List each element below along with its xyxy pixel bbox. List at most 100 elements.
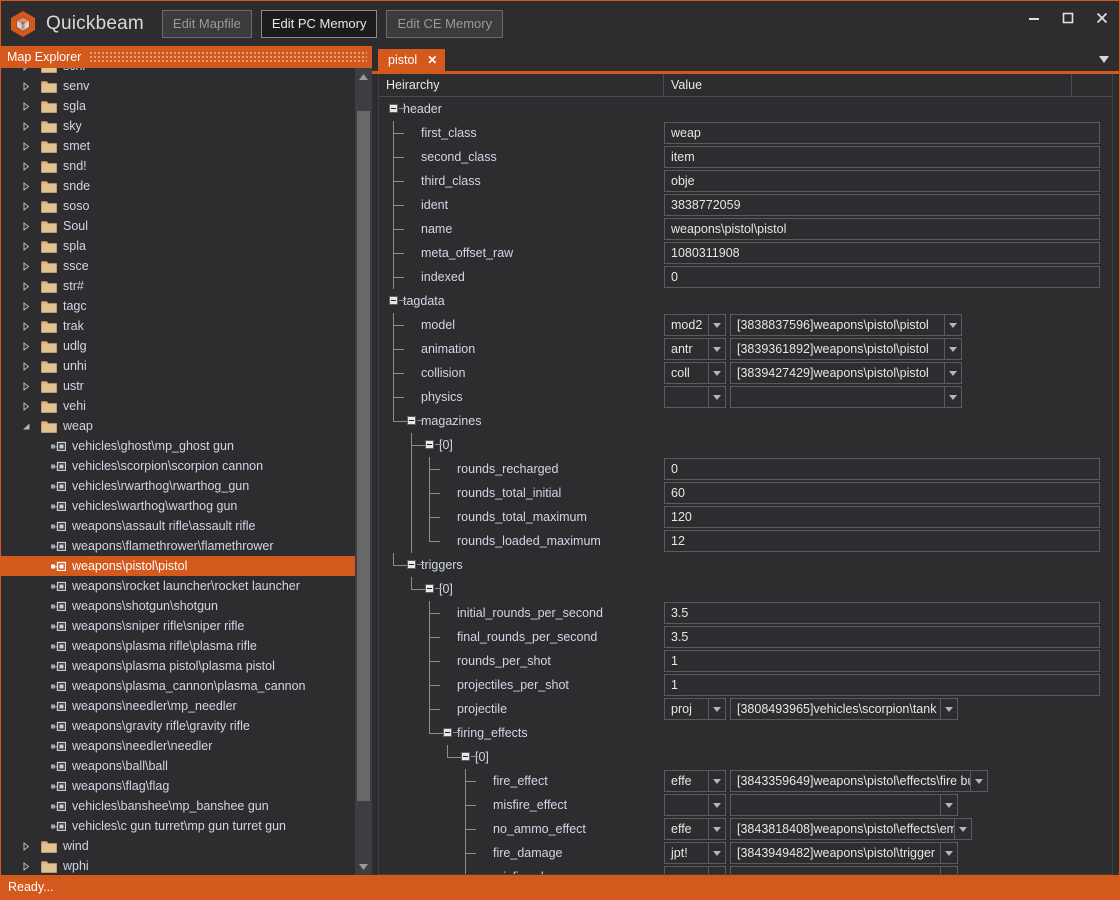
value-textbox[interactable]: obje [664, 170, 1100, 192]
tag-reference-dropdown[interactable]: [3843359649]weapons\pistol\effects\fire … [730, 770, 988, 792]
expander-collapsed-icon[interactable] [19, 401, 33, 411]
chevron-down-icon[interactable] [940, 867, 957, 874]
grid-row[interactable]: triggers [379, 553, 1112, 577]
grid-row[interactable]: meta_offset_raw 1080311908 [379, 241, 1112, 265]
chevron-down-icon[interactable] [954, 819, 971, 839]
expander-collapsed-icon[interactable] [19, 161, 33, 171]
scrollbar-track[interactable] [355, 85, 372, 858]
tree-folder-wphi[interactable]: wphi [1, 856, 355, 875]
tag-reference-dropdown[interactable]: [3843818408]weapons\pistol\effects\empty [730, 818, 972, 840]
grid-row[interactable]: projectiles_per_shot 1 [379, 673, 1112, 697]
expander-collapsed-icon[interactable] [19, 361, 33, 371]
grid-expander-minus-icon[interactable] [389, 104, 406, 113]
value-textbox[interactable]: 3.5 [664, 602, 1100, 624]
grid-row[interactable]: fire_damage jpt! [3843949482]weapons\pisto… [379, 841, 1112, 865]
grid-row[interactable]: [0] [379, 577, 1112, 601]
tag-reference-dropdown[interactable]: [3839361892]weapons\pistol\pistol [730, 338, 962, 360]
edit-ce-memory-button[interactable]: Edit CE Memory [386, 9, 504, 38]
tree-folder-sky[interactable]: sky [1, 116, 355, 136]
tree-folder-tagc[interactable]: tagc [1, 296, 355, 316]
tree-folder-schi[interactable]: schi [1, 68, 355, 76]
chevron-down-icon[interactable] [708, 339, 725, 359]
value-textbox[interactable]: 3838772059 [664, 194, 1100, 216]
value-textbox[interactable]: 3.5 [664, 626, 1100, 648]
grid-row[interactable]: ident 3838772059 [379, 193, 1112, 217]
tree-folder-snd-[interactable]: snd! [1, 156, 355, 176]
tag-reference-dropdown[interactable] [730, 866, 958, 874]
tree-tag-item[interactable]: vehicles\ghost\mp_ghost gun [1, 436, 355, 456]
tag-class-dropdown[interactable]: antr [664, 338, 726, 360]
tree-folder-soul[interactable]: Soul [1, 216, 355, 236]
expander-collapsed-icon[interactable] [19, 241, 33, 251]
tree-folder-wind[interactable]: wind [1, 836, 355, 856]
grid-row[interactable]: physics [379, 385, 1112, 409]
tag-reference-dropdown[interactable] [730, 386, 962, 408]
grid-row[interactable]: rounds_per_shot 1 [379, 649, 1112, 673]
tree-tag-item[interactable]: weapons\flag\flag [1, 776, 355, 796]
grid-expander-minus-icon[interactable] [407, 560, 424, 569]
expander-collapsed-icon[interactable] [19, 101, 33, 111]
tree-tag-item[interactable]: weapons\sniper rifle\sniper rifle [1, 616, 355, 636]
tree-tag-item[interactable]: vehicles\scorpion\scorpion cannon [1, 456, 355, 476]
grid-row[interactable]: rounds_total_maximum 120 [379, 505, 1112, 529]
tag-reference-dropdown[interactable]: [3838837596]weapons\pistol\pistol [730, 314, 962, 336]
tree-tag-item[interactable]: weapons\plasma rifle\plasma rifle [1, 636, 355, 656]
tree-folder-str-[interactable]: str# [1, 276, 355, 296]
grid-expander-minus-icon[interactable] [461, 752, 478, 761]
grid-row[interactable]: first_class weap [379, 121, 1112, 145]
chevron-down-icon[interactable] [1097, 52, 1111, 66]
map-explorer-scrollbar[interactable] [355, 68, 372, 875]
grid-row[interactable]: name weapons\pistol\pistol [379, 217, 1112, 241]
tree-folder-sgla[interactable]: sgla [1, 96, 355, 116]
grid-expander-minus-icon[interactable] [443, 728, 460, 737]
tree-folder-unhi[interactable]: unhi [1, 356, 355, 376]
minimize-icon[interactable] [1017, 1, 1051, 35]
edit-mapfile-button[interactable]: Edit Mapfile [161, 9, 252, 38]
tree-tag-item[interactable]: weapons\gravity rifle\gravity rifle [1, 716, 355, 736]
map-explorer-tree[interactable]: schi senv sgla sky smet snd! snde soso Soul spla s… [1, 68, 355, 875]
value-textbox[interactable]: 60 [664, 482, 1100, 504]
scrollbar-thumb[interactable] [357, 111, 370, 801]
column-header-hierarchy[interactable]: Heirarchy [379, 74, 664, 96]
tab-close-icon[interactable]: ✕ [427, 54, 437, 66]
expander-collapsed-icon[interactable] [19, 301, 33, 311]
chevron-down-icon[interactable] [940, 843, 957, 863]
grid-row[interactable]: collision coll [3839427429]weapons\pistol\… [379, 361, 1112, 385]
value-textbox[interactable]: item [664, 146, 1100, 168]
tree-tag-item[interactable]: weapons\needler\mp_needler [1, 696, 355, 716]
grid-row[interactable]: fire_effect effe [3843359649]weapons\pisto… [379, 769, 1112, 793]
tree-tag-item[interactable]: weapons\plasma pistol\plasma pistol [1, 656, 355, 676]
tree-tag-item[interactable]: weapons\rocket launcher\rocket launcher [1, 576, 355, 596]
tree-tag-item[interactable]: weapons\assault rifle\assault rifle [1, 516, 355, 536]
expander-collapsed-icon[interactable] [19, 181, 33, 191]
expander-collapsed-icon[interactable] [19, 341, 33, 351]
tag-class-dropdown[interactable]: effe [664, 770, 726, 792]
grid-row[interactable]: third_class obje [379, 169, 1112, 193]
grid-expander-minus-icon[interactable] [425, 584, 442, 593]
expander-collapsed-icon[interactable] [19, 201, 33, 211]
chevron-down-icon[interactable] [708, 795, 725, 815]
close-icon[interactable] [1085, 1, 1119, 35]
tree-folder-snde[interactable]: snde [1, 176, 355, 196]
value-textbox[interactable]: 12 [664, 530, 1100, 552]
tree-tag-item[interactable]: weapons\shotgun\shotgun [1, 596, 355, 616]
expander-collapsed-icon[interactable] [19, 321, 33, 331]
grid-row[interactable]: final_rounds_per_second 3.5 [379, 625, 1112, 649]
chevron-down-icon[interactable] [708, 387, 725, 407]
value-textbox[interactable]: weapons\pistol\pistol [664, 218, 1100, 240]
column-header-value[interactable]: Value [664, 74, 1072, 96]
grid-row[interactable]: animation antr [3839361892]weapons\pistol\… [379, 337, 1112, 361]
expander-collapsed-icon[interactable] [19, 381, 33, 391]
maximize-icon[interactable] [1051, 1, 1085, 35]
tree-folder-spla[interactable]: spla [1, 236, 355, 256]
tag-reference-dropdown[interactable]: [3843949482]weapons\pistol\trigger [730, 842, 958, 864]
value-textbox[interactable]: 1 [664, 674, 1100, 696]
grid-row[interactable]: rounds_loaded_maximum 12 [379, 529, 1112, 553]
grid-row[interactable]: projectile proj [3808493965]vehicles\scorp… [379, 697, 1112, 721]
grid-row[interactable]: header [379, 97, 1112, 121]
value-textbox[interactable]: 120 [664, 506, 1100, 528]
grid-row[interactable]: misfire_effect [379, 793, 1112, 817]
chevron-down-icon[interactable] [940, 699, 957, 719]
expander-collapsed-icon[interactable] [19, 841, 33, 851]
tag-class-dropdown[interactable] [664, 794, 726, 816]
